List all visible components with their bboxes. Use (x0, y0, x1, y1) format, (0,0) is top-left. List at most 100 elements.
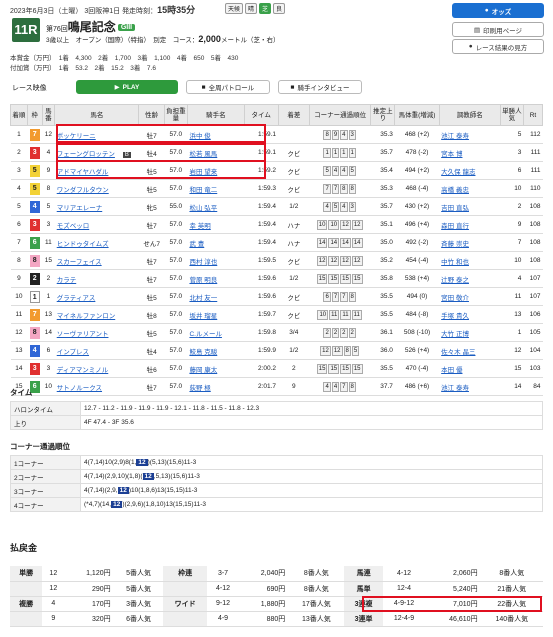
trainer-link[interactable]: 宮田 敬介 (441, 295, 469, 302)
cell: 9 (500, 215, 524, 234)
cell: 1:59.7 (244, 305, 279, 324)
cell: 538 (+4) (394, 269, 440, 288)
trainer-link[interactable]: 手塚 貴久 (441, 313, 469, 320)
popularity: 3番人気 (113, 596, 164, 612)
horse-name-link[interactable]: マリアエレーナ (57, 205, 103, 212)
cell: 13 (10, 341, 28, 360)
cell: 35.3 (370, 179, 395, 198)
cell: 9 (42, 161, 55, 180)
jockey-link[interactable]: 荻野 極 (189, 385, 210, 392)
jockey-link[interactable]: 幸 英明 (189, 223, 210, 230)
horse-name-link[interactable]: カラテ (57, 277, 77, 284)
result-guide-button[interactable]: ● レース結果の見方 (452, 39, 544, 54)
highlight-box-3 (56, 160, 266, 179)
bet-type: 枠連 (163, 566, 207, 582)
horse-name-link[interactable]: グラティアス (57, 295, 96, 302)
horse-name-link[interactable]: インプレス (57, 349, 89, 356)
cell: 104 (523, 341, 543, 360)
trainer-link[interactable]: 高橋 義忠 (441, 187, 469, 194)
jockey-link[interactable]: 菅原 明良 (189, 277, 217, 284)
col-header: 枠 (26, 104, 43, 126)
jockey-link[interactable]: 松山 弘平 (189, 205, 217, 212)
cell: 1:59.4 (244, 197, 279, 216)
horse-name-link[interactable]: スカーフェイス (57, 259, 102, 266)
result-row: 7 6 11 ヒンドゥタイムズ せん7 57.0 武 豊 1:59.4 ハナ 14 14 14 14 35… (10, 233, 543, 252)
col-header: 着順 (10, 104, 28, 126)
cell: 牡8 (138, 305, 165, 324)
cell: 1/2 (278, 197, 310, 216)
cell: クビ (278, 251, 310, 270)
cell: 11 (10, 305, 28, 324)
waku-badge: 3 (29, 218, 40, 231)
time-section-title: タイム (10, 388, 33, 397)
race-title: 第76回鳴尾記念 GIII (46, 18, 136, 35)
corner-table: 1コーナー 4(7,14)10(2,9)8(1, 12)(5,13)(15,6)11… (10, 455, 543, 512)
horse-name-link[interactable]: ソーヴァリアント (57, 331, 109, 338)
cell: 57.0 (164, 251, 188, 270)
cell: 430 (+2) (394, 197, 440, 216)
print-page-button[interactable]: ▤ 印刷用ページ (452, 22, 544, 37)
time-table: ハロンタイム 12.7 - 11.2 - 11.9 - 11.9 - 11.9 -… (10, 401, 543, 430)
horse-name-link[interactable]: ディアマンミノル (57, 367, 109, 374)
corner-positions: 4543 (309, 197, 371, 216)
horse-name-link[interactable]: モズベッロ (57, 223, 90, 230)
patrol-button[interactable]: ■ 全周パトロール (186, 80, 270, 94)
payout-amount: 320円 (64, 611, 114, 627)
combination: 12-4-9 (382, 611, 426, 627)
jockey-link[interactable]: 北村 友一 (189, 295, 217, 302)
cell: 108 (523, 215, 543, 234)
cell: 112 (523, 125, 543, 144)
jockey-link[interactable]: 坂井 瑠星 (189, 313, 217, 320)
popularity: 8番人気 (288, 566, 345, 582)
trainer-link[interactable]: 辻野 泰之 (441, 277, 469, 284)
cell: 10 (42, 377, 55, 396)
cell: 35.8 (370, 269, 395, 288)
corner-label: 2コーナー (10, 469, 81, 484)
combination: 9 (42, 611, 65, 627)
trainer-link[interactable]: 本田 優 (441, 367, 462, 374)
trainer-link[interactable]: 吉田 直弘 (441, 205, 469, 212)
trainer-link[interactable]: 佐々木 晶三 (441, 349, 475, 356)
payout-title: 払戻金 (10, 543, 38, 553)
play-button[interactable]: ▶ PLAY (76, 80, 178, 94)
cell: 2 (42, 269, 55, 288)
waku-badge: 4 (29, 344, 40, 357)
jockey-link[interactable]: 藤岡 康太 (189, 367, 217, 374)
trainer-link[interactable]: 宮本 博 (441, 151, 462, 158)
cell: 57.0 (164, 215, 188, 234)
cell: 36.0 (370, 341, 395, 360)
cell: 12 (500, 341, 524, 360)
trainer-link[interactable]: 大竹 正博 (441, 331, 469, 338)
horse-name-link[interactable]: マイネルファンロン (57, 313, 116, 320)
jockey-link[interactable]: C.ルメール (189, 331, 222, 338)
jockey-link[interactable]: 西村 淳也 (189, 259, 217, 266)
jockey-link[interactable]: 鮫島 克駿 (189, 349, 217, 356)
waku-badge: 1 (29, 290, 40, 303)
result-row: 14 3 3 ディアマンミノル 牡6 57.0 藤岡 康太 2:00.2 2 15 15 15 15 35… (10, 359, 543, 378)
cell: 7 (10, 233, 28, 252)
bet-type (10, 611, 43, 627)
trainer-link[interactable]: 中竹 和也 (441, 259, 469, 266)
trainer-link[interactable]: 池江 泰寿 (441, 385, 469, 392)
horse-name-link[interactable]: ヒンドゥタイムズ (57, 241, 109, 248)
jockey-link[interactable]: 武 豊 (189, 241, 204, 248)
horse-name-link[interactable]: サトノルークス (57, 385, 102, 392)
cell: 13 (500, 305, 524, 324)
combination: 9-12 (206, 596, 240, 612)
trainer-link[interactable]: 大久保 龍志 (441, 169, 475, 176)
waku-badge: 3 (29, 362, 40, 375)
popularity: 13番人気 (288, 611, 345, 627)
interview-button[interactable]: ■ 騎手インタビュー (278, 80, 362, 94)
cell: 14 (42, 323, 55, 342)
horse-name-link[interactable]: ワンダフルタウン (57, 187, 109, 194)
cell: 14 (500, 377, 524, 396)
trainer-link[interactable]: 斉藤 崇史 (441, 241, 469, 248)
odds-button[interactable]: ● オッズ (452, 3, 544, 18)
cell: 5 (10, 197, 28, 216)
trainer-link[interactable]: 池江 泰寿 (441, 133, 469, 140)
trainer-link[interactable]: 森田 直行 (441, 223, 469, 230)
odds-icon: ● (484, 7, 489, 14)
jockey-link[interactable]: 和田 竜二 (189, 187, 217, 194)
cell: 57.0 (164, 305, 188, 324)
combination: 12-4 (382, 581, 426, 597)
